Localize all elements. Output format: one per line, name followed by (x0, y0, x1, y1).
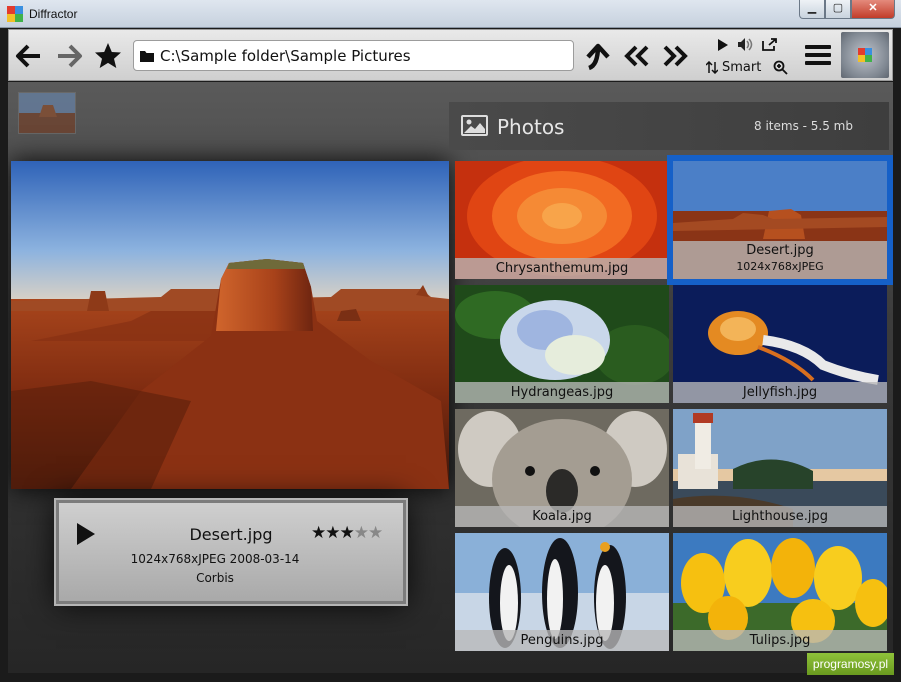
file-meta: 1024x768xJPEG 2008-03-14 (130, 552, 300, 566)
photos-icon (461, 115, 488, 136)
up-arrow-icon[interactable] (584, 41, 612, 71)
photo-tile-lighthouse[interactable]: Lighthouse.jpg (673, 409, 887, 527)
close-button[interactable]: ✕ (851, 0, 895, 19)
toolbar: C:\Sample folder\Sample Pictures Smart (8, 29, 893, 81)
sort-mode-label[interactable]: Smart (722, 60, 761, 75)
recent-thumbnail[interactable] (18, 92, 76, 134)
photo-tile-koala[interactable]: Koala.jpg (455, 409, 669, 527)
sort-icon[interactable] (706, 61, 718, 74)
file-author: Corbis (196, 571, 234, 585)
photo-tile-penguins[interactable]: Penguins.jpg (455, 533, 669, 651)
main-area: Desert.jpg ★★★★★ 1024x768xJPEG 2008-03-1… (8, 82, 893, 673)
photo-caption: Desert.jpg 1024x768xJPEG (673, 241, 887, 279)
photo-detail: 1024x768xJPEG (736, 260, 824, 273)
photo-tile-chrysanthemum[interactable]: Chrysanthemum.jpg (455, 161, 669, 279)
photo-caption: Hydrangeas.jpg (455, 382, 669, 403)
photos-header: Photos 8 items - 5.5 mb (449, 102, 889, 150)
previous-icon[interactable] (623, 44, 651, 68)
play-icon[interactable] (718, 39, 728, 51)
forward-arrow-icon[interactable] (55, 42, 83, 70)
photos-title: Photos (497, 115, 565, 139)
back-arrow-icon[interactable] (15, 42, 43, 70)
rating-stars[interactable]: ★★★★★ (311, 523, 383, 543)
photo-tile-jellyfish[interactable]: Jellyfish.jpg (673, 285, 887, 403)
zoom-icon[interactable] (773, 60, 788, 75)
info-panel: Desert.jpg ★★★★★ 1024x768xJPEG 2008-03-1… (54, 498, 408, 606)
photos-summary: 8 items - 5.5 mb (754, 119, 853, 133)
avatar[interactable] (841, 32, 889, 78)
photo-tile-desert[interactable]: Desert.jpg 1024x768xJPEG (667, 155, 893, 285)
fullscreen-icon[interactable] (762, 38, 777, 51)
window-title: Diffractor (29, 7, 78, 21)
watermark: programosy.pl (807, 653, 894, 675)
photo-tile-hydrangeas[interactable]: Hydrangeas.jpg (455, 285, 669, 403)
title-bar: Diffractor ▁ ▢ ✕ (0, 0, 901, 28)
preview-image[interactable] (11, 161, 449, 489)
diffractor-logo-icon (7, 6, 23, 22)
photo-caption: Chrysanthemum.jpg (455, 258, 669, 279)
photo-caption: Koala.jpg (455, 506, 669, 527)
next-icon[interactable] (661, 44, 689, 68)
photo-caption: Tulips.jpg (673, 630, 887, 651)
path-field[interactable]: C:\Sample folder\Sample Pictures (133, 40, 574, 71)
photo-caption: Lighthouse.jpg (673, 506, 887, 527)
maximize-button[interactable]: ▢ (825, 0, 851, 19)
path-text: C:\Sample folder\Sample Pictures (160, 46, 411, 65)
favorite-star-icon[interactable] (93, 41, 123, 71)
volume-icon[interactable] (738, 38, 754, 51)
photo-caption: Jellyfish.jpg (673, 382, 887, 403)
minimize-button[interactable]: ▁ (799, 0, 825, 19)
folder-icon (140, 50, 154, 62)
photo-tile-tulips[interactable]: Tulips.jpg (673, 533, 887, 651)
photo-caption: Penguins.jpg (455, 630, 669, 651)
menu-icon[interactable] (805, 44, 831, 66)
